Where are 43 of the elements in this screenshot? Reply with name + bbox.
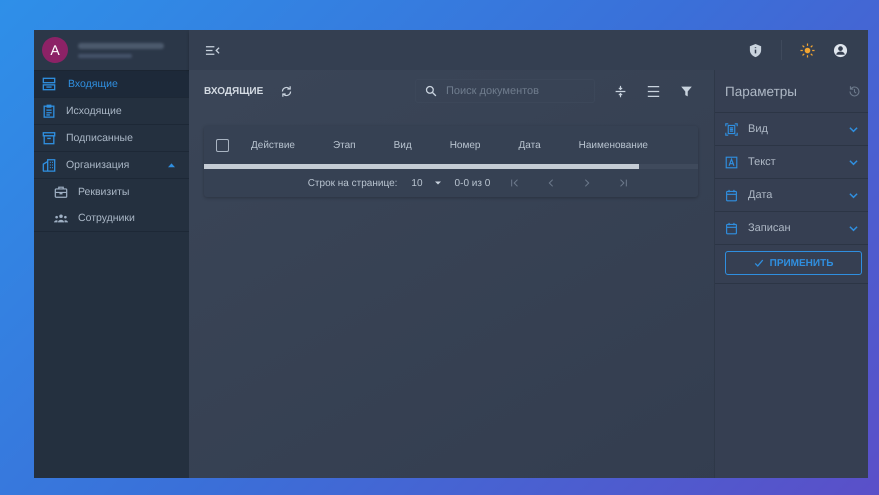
avatar[interactable]: А bbox=[42, 37, 68, 63]
filter-row[interactable]: Дата bbox=[715, 179, 868, 212]
apply-button[interactable]: ПРИМЕНИТЬ bbox=[725, 251, 862, 275]
rows-per-page-label: Строк на странице: bbox=[308, 178, 398, 188]
column-header[interactable]: Этап bbox=[332, 140, 356, 150]
sidebar-item[interactable]: Входящие bbox=[34, 71, 189, 98]
dropdown-icon bbox=[434, 180, 441, 186]
column-header[interactable]: Вид bbox=[394, 140, 412, 150]
reset-icon[interactable] bbox=[848, 84, 861, 98]
page-title: ВХОДЯЩИЕ bbox=[204, 86, 264, 96]
archive-icon bbox=[42, 131, 56, 145]
panel-title: Параметры bbox=[725, 84, 797, 98]
filter-row[interactable]: Текст bbox=[715, 146, 868, 179]
check-icon bbox=[754, 258, 764, 268]
sidebar-subitem[interactable]: Реквизиты bbox=[34, 179, 189, 205]
search-icon bbox=[425, 85, 437, 97]
rows-per-page-select[interactable]: 10 bbox=[411, 178, 441, 188]
text-icon bbox=[725, 156, 738, 168]
sidebar-item[interactable]: Организация bbox=[34, 152, 189, 179]
clipboard-icon bbox=[42, 104, 56, 118]
sun-icon[interactable] bbox=[800, 42, 815, 58]
refresh-icon[interactable] bbox=[280, 84, 294, 98]
column-header[interactable]: Наименование bbox=[578, 140, 648, 150]
search-field[interactable]: Поиск документов bbox=[415, 79, 595, 103]
filter-row[interactable]: Вид bbox=[715, 113, 868, 146]
column-header[interactable]: Действие bbox=[251, 140, 295, 150]
filter-row[interactable]: Записан bbox=[715, 212, 868, 245]
inbox-icon bbox=[42, 77, 56, 91]
briefcase-icon bbox=[54, 185, 68, 199]
page-range: 0-0 из 0 bbox=[454, 178, 490, 188]
calendar-icon bbox=[725, 222, 738, 234]
shield-icon[interactable] bbox=[748, 42, 763, 58]
column-header[interactable]: Дата bbox=[518, 140, 541, 150]
columns-icon[interactable] bbox=[647, 84, 660, 98]
calendar-icon bbox=[725, 188, 738, 202]
filter-icon[interactable] bbox=[680, 84, 693, 98]
user-icon[interactable] bbox=[833, 42, 848, 58]
column-header[interactable]: Номер bbox=[450, 140, 480, 150]
building-icon bbox=[42, 158, 56, 172]
document-scan-icon bbox=[725, 122, 738, 136]
checkbox[interactable] bbox=[216, 138, 229, 152]
row-height-icon[interactable] bbox=[614, 84, 627, 98]
horizontal-scrollbar[interactable] bbox=[204, 164, 698, 169]
